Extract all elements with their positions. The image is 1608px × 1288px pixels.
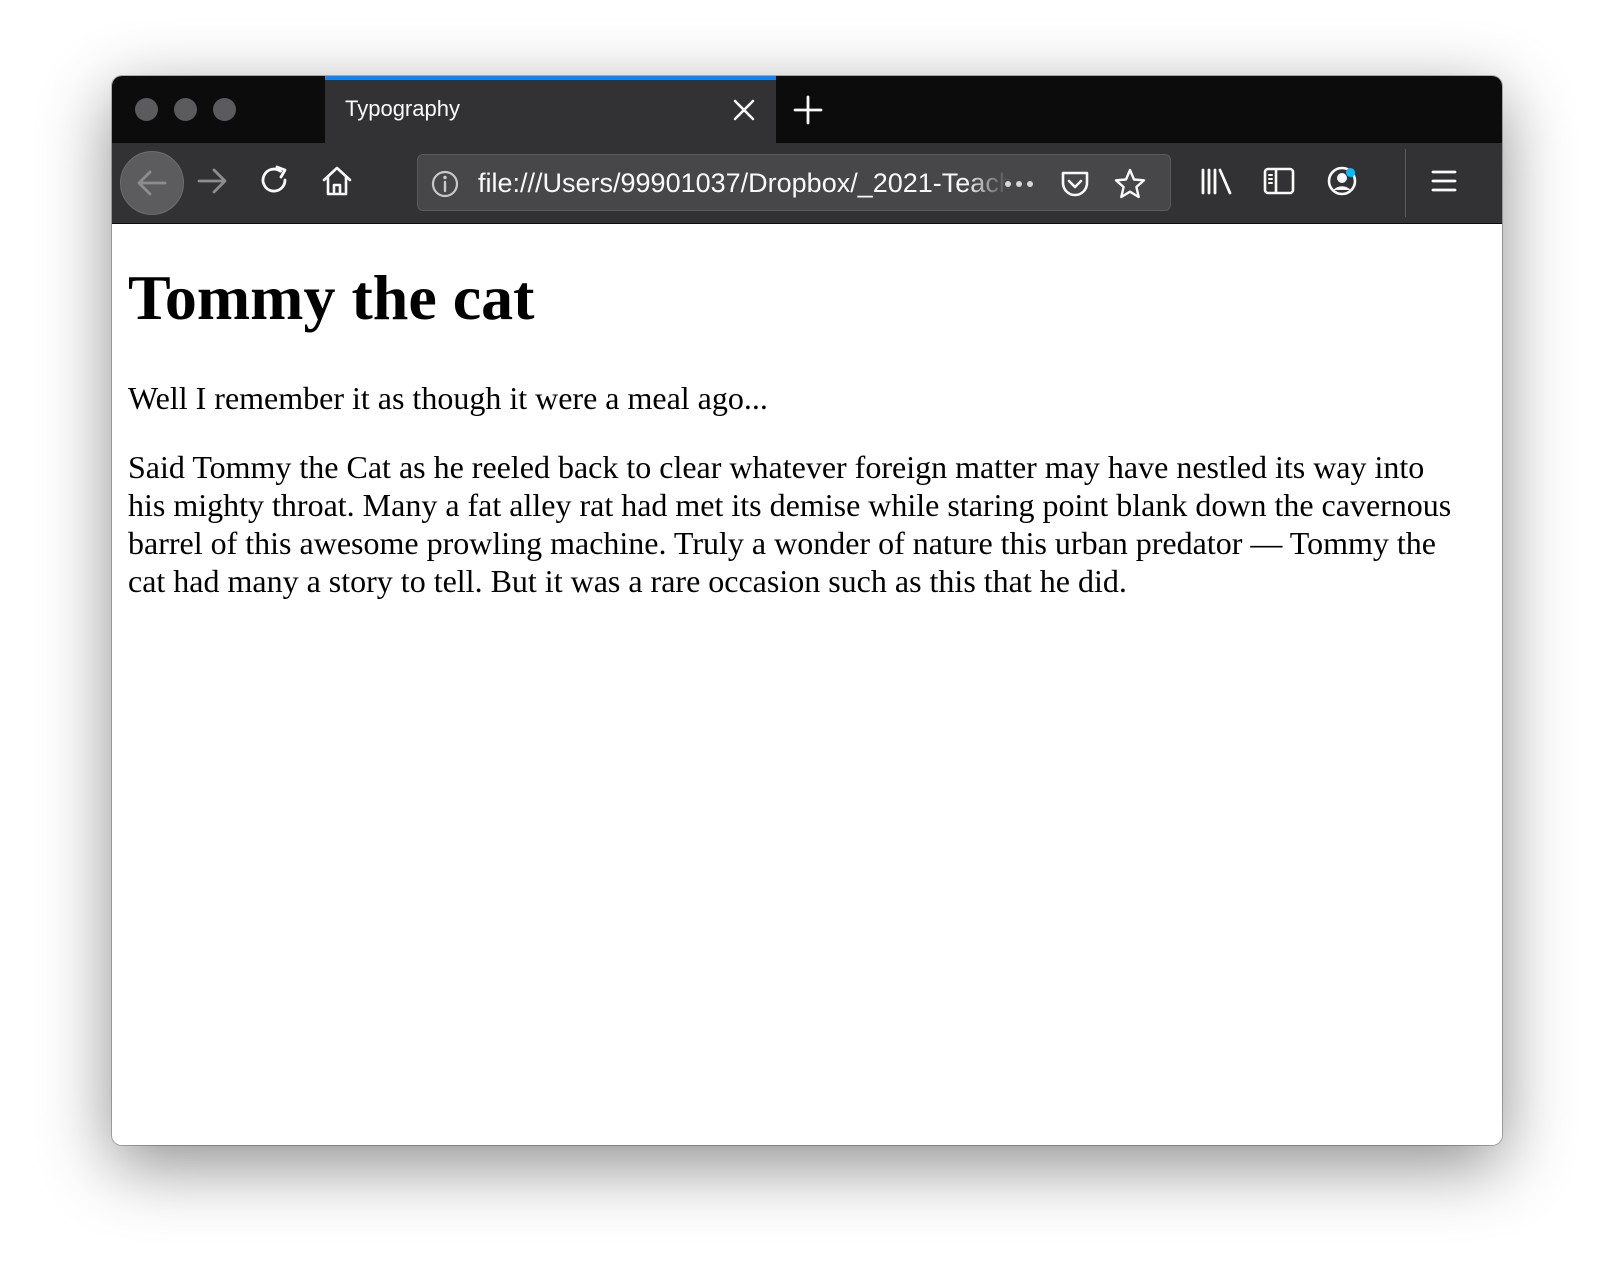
- info-icon[interactable]: [428, 167, 462, 201]
- navigation-toolbar: file:///Users/99901037/Dropbox/_2021-Tea…: [112, 143, 1502, 224]
- arrow-right-icon: [195, 164, 229, 198]
- zoom-window-icon[interactable]: [213, 98, 236, 121]
- library-icon: [1199, 164, 1235, 198]
- forward-button[interactable]: [190, 159, 234, 203]
- notification-dot: [1346, 168, 1355, 177]
- sidebar-button[interactable]: [1257, 159, 1301, 203]
- tab-title: Typography: [345, 96, 460, 121]
- browser-window: Typography file:///Users/99901037/Dropbo…: [112, 76, 1502, 1145]
- tab-typography[interactable]: Typography: [325, 76, 776, 143]
- library-button[interactable]: [1195, 159, 1239, 203]
- minimize-window-icon[interactable]: [174, 98, 197, 121]
- paragraph-intro: Well I remember it as though it were a m…: [128, 380, 768, 416]
- hamburger-menu-icon: [1429, 166, 1459, 196]
- page-title: Tommy the cat: [128, 262, 535, 333]
- back-button[interactable]: [120, 151, 184, 215]
- reload-button[interactable]: [253, 159, 297, 203]
- more-horizontal-icon[interactable]: [1002, 167, 1036, 201]
- tab-strip: Typography: [112, 76, 1502, 143]
- home-icon: [320, 164, 354, 198]
- close-window-icon[interactable]: [135, 98, 158, 121]
- paragraph-body: Said Tommy the Cat as he reeled back to …: [128, 449, 1452, 599]
- pocket-icon[interactable]: [1058, 167, 1092, 201]
- reload-icon: [258, 164, 292, 198]
- account-icon: [1325, 164, 1359, 198]
- account-button[interactable]: [1320, 159, 1364, 203]
- plus-icon[interactable]: [792, 94, 824, 126]
- active-tab-indicator: [325, 76, 776, 80]
- home-button[interactable]: [315, 159, 359, 203]
- star-icon[interactable]: [1113, 167, 1147, 201]
- menu-button[interactable]: [1422, 159, 1466, 203]
- page-content: Tommy the cat Well I remember it as thou…: [112, 224, 1502, 1145]
- address-bar[interactable]: file:///Users/99901037/Dropbox/_2021-Tea…: [417, 154, 1171, 211]
- sidebar-icon: [1262, 164, 1296, 198]
- toolbar-separator: [1405, 149, 1406, 217]
- url-text[interactable]: file:///Users/99901037/Dropbox/_2021-Tea…: [478, 168, 1008, 198]
- close-icon[interactable]: [730, 96, 758, 124]
- arrow-left-icon: [135, 166, 169, 200]
